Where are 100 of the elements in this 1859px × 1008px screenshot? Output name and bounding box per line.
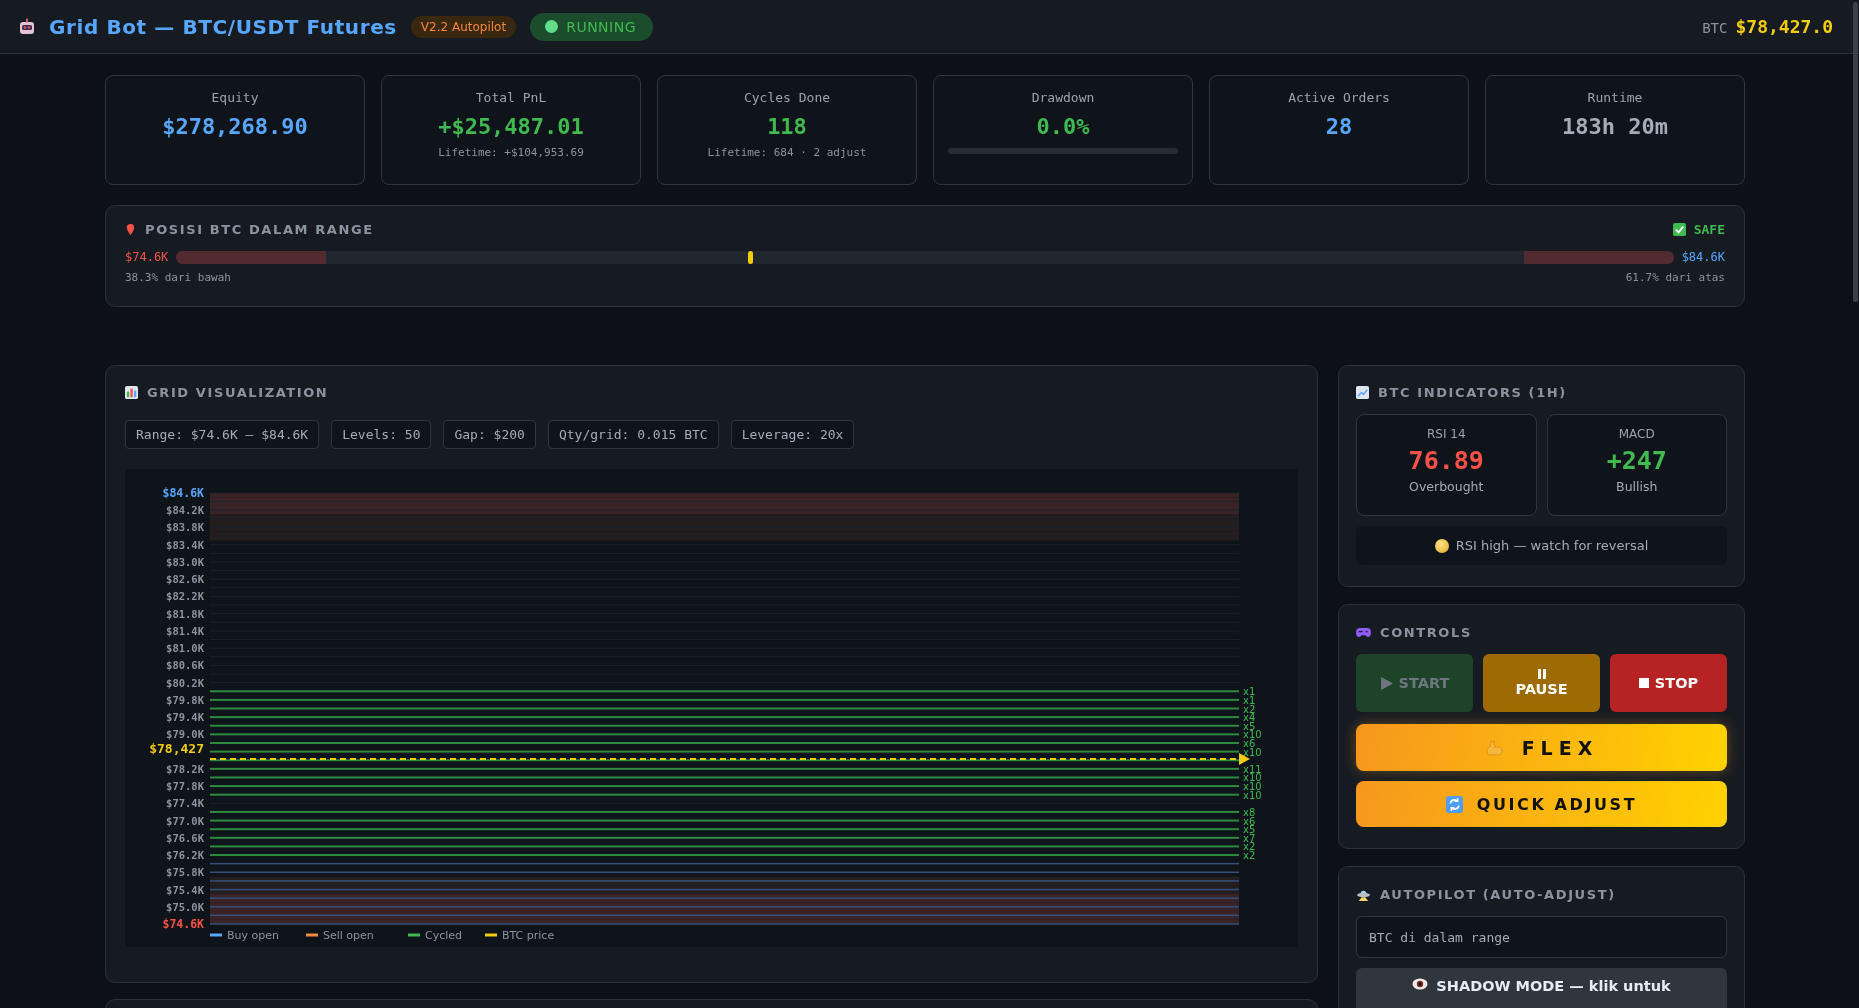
scrollbar-thumb[interactable] <box>1853 2 1858 302</box>
panel-title: BTC INDICATORS (1H) <box>1378 385 1567 400</box>
eye-icon <box>1412 978 1429 990</box>
arm-icon <box>1484 739 1504 756</box>
cycle-count: x2 <box>1243 703 1256 715</box>
axis-label: $82.6K <box>166 573 204 586</box>
line-chart-icon <box>1356 386 1369 399</box>
cycle-count: x10 <box>1243 729 1262 741</box>
axis-label: $81.0K <box>166 642 204 655</box>
cycle-count: x10 <box>1243 746 1262 758</box>
stat-label: Cycles Done <box>743 90 831 105</box>
stat-label: Equity <box>211 90 259 105</box>
axis-label: $75.8K <box>166 866 204 879</box>
panel-title: AUTOPILOT (AUTO-ADJUST) <box>1380 887 1616 902</box>
range-high: $84.6K <box>1681 250 1725 264</box>
cycle-count: x8 <box>1243 806 1256 818</box>
param-chip: Leverage: 20x <box>730 420 855 449</box>
pin-icon <box>125 223 136 236</box>
range-low: $74.6K <box>125 250 169 264</box>
stop-icon <box>1638 678 1649 688</box>
axis-label: $75.0K <box>166 900 204 913</box>
param-chip: Levels: 50 <box>331 420 432 449</box>
axis-label: $79.4K <box>166 711 204 724</box>
robot-icon <box>17 16 37 37</box>
cycle-count: x2 <box>1243 841 1256 853</box>
quick-adjust-button[interactable]: QUICK ADJUST <box>1356 781 1727 827</box>
btc-price: $78,427.0 <box>1735 16 1833 37</box>
stat-value: 183h 20m <box>1562 114 1668 139</box>
indicator-value: 76.89 <box>1408 446 1484 475</box>
range-note: 38.3% dari bawah <box>125 271 231 284</box>
flex-button[interactable]: FLEX <box>1356 724 1727 771</box>
alert-text: RSI high — watch for reversal <box>1455 538 1649 553</box>
stat-note: Lifetime: 684 · 2 adjust <box>707 146 867 159</box>
cycle-count: x2 <box>1243 850 1256 862</box>
status-label: RUNNING <box>566 18 637 35</box>
version-badge: V2.2 Autopilot <box>410 15 517 38</box>
status-dot-icon <box>545 20 559 33</box>
safe-label: SAFE <box>1693 222 1725 237</box>
stat-label: Drawdown <box>1031 90 1095 105</box>
axis-label: $83.4K <box>166 538 204 551</box>
stat-value: +$25,487.01 <box>438 114 584 139</box>
legend-label: BTC price <box>502 929 555 942</box>
stat-label: Runtime <box>1587 90 1643 105</box>
cycle-count: x10 <box>1243 772 1262 784</box>
stat-value: $278,268.90 <box>162 114 308 139</box>
stop-button[interactable]: STOP <box>1610 654 1727 712</box>
cycle-count: x11 <box>1243 763 1262 775</box>
axis-label: $82.2K <box>166 590 204 603</box>
axis-label: $83.0K <box>166 555 204 568</box>
panel-title: CONTROLS <box>1380 625 1472 640</box>
warning-dot-icon <box>1434 538 1449 553</box>
axis-label: $78.2K <box>166 762 204 775</box>
legend-label: Sell open <box>323 929 374 942</box>
param-chip: Range: $74.6K – $84.6K <box>125 420 320 449</box>
stat-value: 118 <box>767 114 807 139</box>
indicator-label: RSI 14 <box>1426 427 1466 441</box>
axis-label: $80.6K <box>166 659 204 672</box>
legend-label: Buy open <box>227 929 279 942</box>
stat-note: Lifetime: +$104,953.69 <box>438 146 584 159</box>
axis-label: $81.4K <box>166 624 204 637</box>
refresh-icon <box>1445 795 1463 813</box>
stat-label: Total PnL <box>475 90 547 105</box>
axis-label: $80.2K <box>166 676 204 689</box>
axis-label: $79.0K <box>166 728 204 741</box>
axis-label: $75.4K <box>166 883 204 896</box>
status-field: BTC di dalam range <box>1356 916 1727 958</box>
panel-title: POSISI BTC DALAM RANGE <box>145 222 374 237</box>
indicator-label: MACD <box>1618 427 1655 441</box>
axis-label: $77.0K <box>166 814 204 827</box>
indicator-note: Bullish <box>1616 479 1658 494</box>
stat-value: 28 <box>1325 114 1353 139</box>
play-icon <box>1379 676 1393 690</box>
axis-label: $84.2K <box>166 504 204 517</box>
panel-title: GRID VISUALIZATION <box>147 385 329 400</box>
axis-label: $76.6K <box>166 831 204 844</box>
axis-label: $81.8K <box>166 607 204 620</box>
pause-icon <box>1537 669 1546 679</box>
indicator-value: +247 <box>1606 446 1667 475</box>
app-title: Grid Bot — BTC/USDT Futures <box>49 14 397 39</box>
stat-value: 0.0% <box>1036 114 1090 139</box>
price-label: $78,427 <box>149 740 204 756</box>
stat-label: Active Orders <box>1288 90 1390 105</box>
indicator-note: Overbought <box>1409 479 1484 494</box>
param-chip: Qty/grid: 0.015 BTC <box>547 420 719 449</box>
gamepad-icon <box>1356 627 1371 638</box>
legend-label: Cycled <box>425 929 463 942</box>
cycle-count: x6 <box>1243 738 1256 749</box>
axis-label: $76.2K <box>166 849 204 862</box>
bar-chart-icon <box>125 386 138 399</box>
cycle-count: x6 <box>1243 815 1256 827</box>
pause-button[interactable]: PAUSE <box>1483 654 1600 712</box>
range-note: 61.7% dari atas <box>1625 271 1725 284</box>
shadow-mode-button[interactable]: SHADOW MODE — klik untuk <box>1356 968 1727 1008</box>
axis-label: $77.8K <box>166 780 204 793</box>
axis-label: $77.4K <box>166 797 204 810</box>
param-chip: Gap: $200 <box>443 420 536 449</box>
ufo-icon <box>1356 888 1371 901</box>
price-label: BTC <box>1702 20 1728 36</box>
axis-label: $74.6K <box>162 917 204 931</box>
axis-label: $83.8K <box>166 521 204 534</box>
